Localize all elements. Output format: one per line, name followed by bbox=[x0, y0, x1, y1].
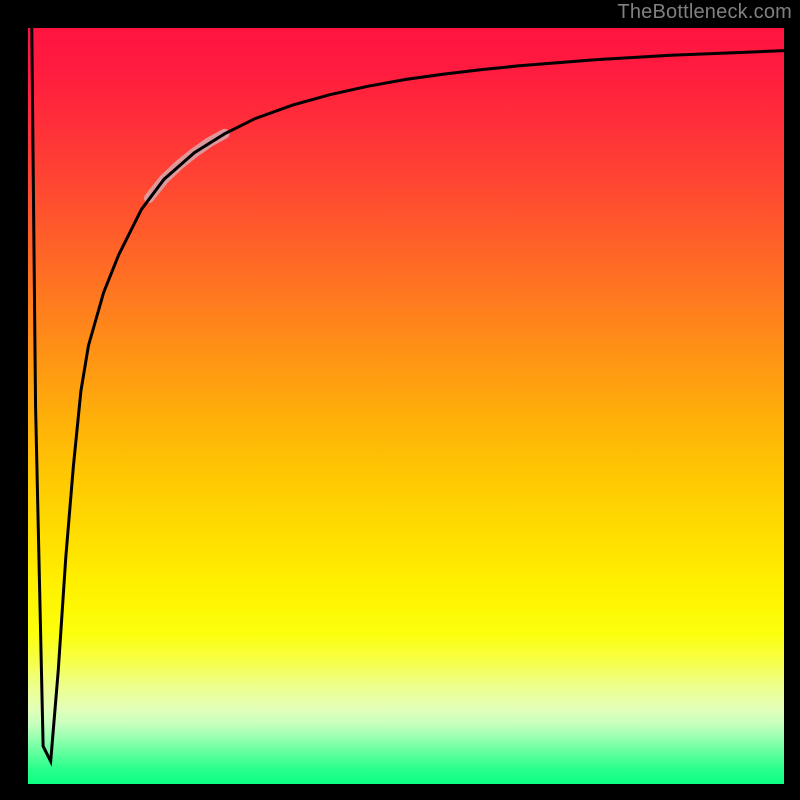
highlight-segment bbox=[149, 134, 225, 198]
watermark-text: TheBottleneck.com bbox=[617, 1, 792, 24]
plot-area bbox=[28, 28, 784, 784]
bottleneck-curve bbox=[32, 28, 784, 761]
curve-svg bbox=[28, 28, 784, 784]
